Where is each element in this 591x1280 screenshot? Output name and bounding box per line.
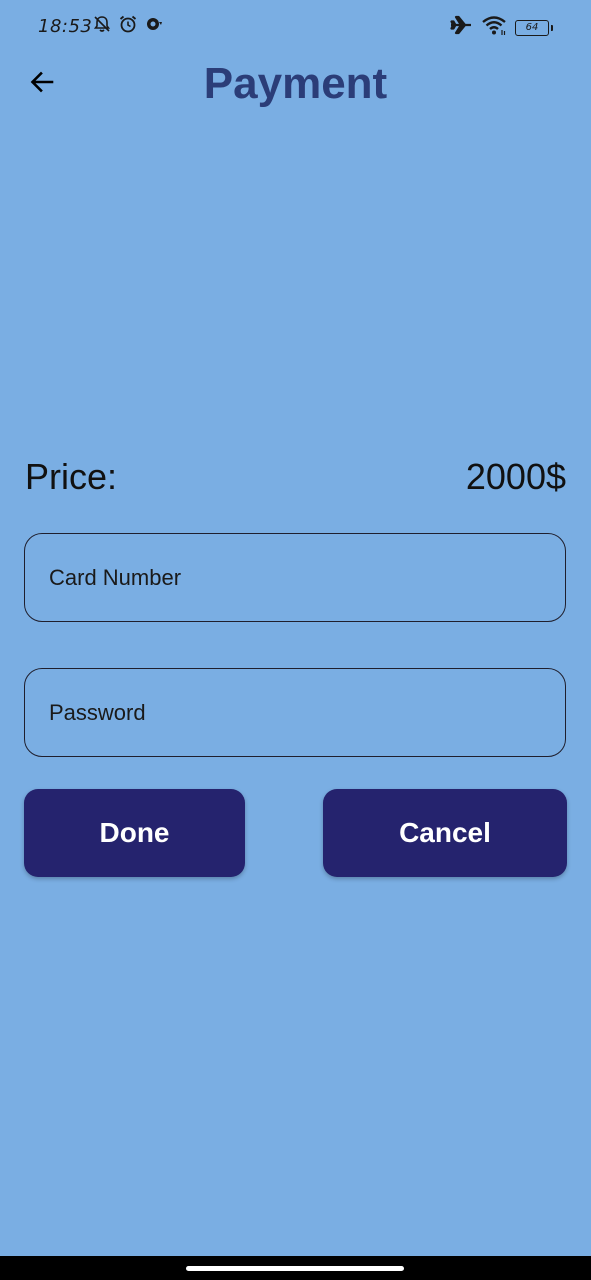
price-label: Price: [25, 456, 118, 497]
password-field [24, 668, 566, 757]
back-button[interactable] [20, 64, 64, 104]
alarm-icon [118, 14, 138, 39]
price-row: Price: 2000$ [25, 452, 566, 502]
page-title: Payment [203, 59, 388, 108]
home-indicator[interactable] [186, 1266, 404, 1271]
sync-icon [144, 14, 164, 39]
battery-icon: 64 [515, 19, 553, 36]
done-button[interactable]: Done [24, 789, 245, 877]
app-bar: Payment [0, 52, 591, 116]
bell-off-icon [92, 14, 112, 39]
airplane-icon [449, 14, 473, 41]
wifi-icon [481, 14, 507, 41]
status-time: 18:53 [38, 16, 93, 37]
card-number-input[interactable] [25, 534, 565, 621]
password-input[interactable] [25, 669, 565, 756]
cancel-button[interactable]: Cancel [323, 789, 567, 877]
arrow-left-icon [28, 68, 56, 101]
system-nav-bar [0, 1256, 591, 1280]
status-bar: 18:53 64 [0, 0, 591, 52]
status-left-icons [92, 14, 164, 39]
price-value: 2000$ [465, 456, 566, 497]
card-number-field [24, 533, 566, 622]
status-right-icons: 64 [449, 14, 553, 41]
